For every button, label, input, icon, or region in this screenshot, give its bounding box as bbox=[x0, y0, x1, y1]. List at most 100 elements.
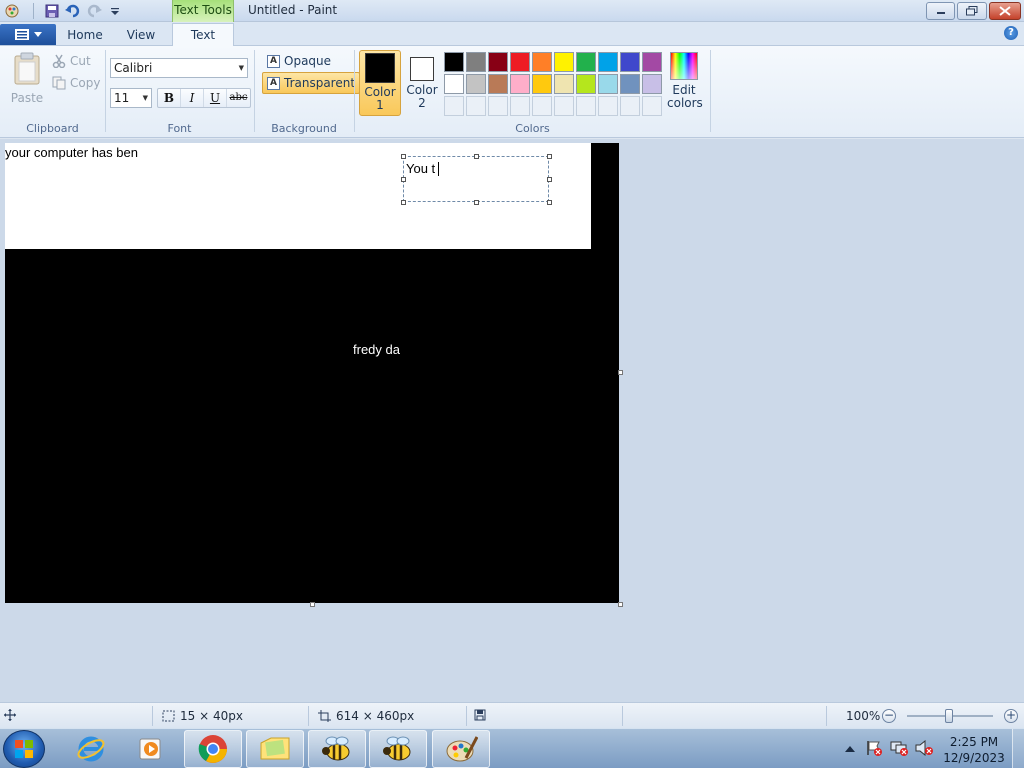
palette-color-swatch[interactable] bbox=[488, 74, 508, 94]
palette-color-swatch[interactable] bbox=[488, 52, 508, 72]
palette-custom-slot[interactable] bbox=[510, 96, 530, 116]
windows-logo-icon bbox=[15, 740, 33, 758]
zoom-slider-thumb[interactable] bbox=[945, 709, 953, 723]
chevron-down-icon: ▼ bbox=[238, 64, 244, 72]
cut-button[interactable]: Cut bbox=[52, 52, 91, 70]
palette-custom-slot[interactable] bbox=[554, 96, 574, 116]
status-bar: 15 × 40px 614 × 460px 100% − + bbox=[0, 702, 1024, 728]
palette-color-swatch[interactable] bbox=[444, 74, 464, 94]
palette-color-swatch[interactable] bbox=[620, 74, 640, 94]
color-2-label-b: 2 bbox=[418, 96, 426, 110]
palette-color-swatch[interactable] bbox=[642, 52, 662, 72]
palette-color-swatch[interactable] bbox=[444, 52, 464, 72]
bee-app-icon[interactable] bbox=[369, 730, 427, 768]
palette-color-swatch[interactable] bbox=[532, 52, 552, 72]
palette-color-swatch[interactable] bbox=[532, 74, 552, 94]
zoom-out-button[interactable]: − bbox=[882, 709, 896, 723]
palette-custom-slot[interactable] bbox=[466, 96, 486, 116]
paint-menu-button[interactable] bbox=[0, 24, 56, 45]
opaque-button[interactable]: A Opaque bbox=[262, 50, 336, 72]
underline-button[interactable]: U bbox=[204, 89, 227, 107]
undo-icon[interactable] bbox=[64, 2, 82, 20]
palette-custom-slot[interactable] bbox=[488, 96, 508, 116]
font-family-select[interactable]: Calibri ▼ bbox=[110, 58, 248, 78]
internet-explorer-icon[interactable] bbox=[62, 730, 120, 768]
selection-icon bbox=[162, 710, 175, 722]
palette-custom-slot[interactable] bbox=[642, 96, 662, 116]
close-button[interactable] bbox=[989, 2, 1021, 20]
save-icon[interactable] bbox=[43, 2, 61, 20]
palette-custom-slot[interactable] bbox=[620, 96, 640, 116]
palette-color-swatch[interactable] bbox=[576, 52, 596, 72]
google-chrome-icon[interactable] bbox=[184, 730, 242, 768]
palette-color-swatch[interactable] bbox=[642, 74, 662, 94]
resize-handle[interactable] bbox=[401, 154, 406, 159]
transparent-button[interactable]: A Transparent bbox=[262, 72, 361, 94]
cut-label: Cut bbox=[70, 54, 91, 68]
restore-button[interactable] bbox=[957, 2, 987, 20]
resize-handle[interactable] bbox=[401, 177, 406, 182]
selection-size: 15 × 40px bbox=[162, 709, 243, 723]
canvas-resize-handle-bottom[interactable] bbox=[310, 602, 315, 607]
palette-custom-slot[interactable] bbox=[444, 96, 464, 116]
action-center-flag-icon[interactable] bbox=[866, 740, 882, 759]
paint-app-icon[interactable] bbox=[3, 2, 21, 20]
palette-color-swatch[interactable] bbox=[576, 74, 596, 94]
palette-color-swatch[interactable] bbox=[554, 74, 574, 94]
redo-icon[interactable] bbox=[85, 2, 103, 20]
paint-taskbar-icon[interactable] bbox=[432, 730, 490, 768]
show-hidden-icons-button[interactable] bbox=[845, 743, 855, 756]
resize-handle[interactable] bbox=[474, 154, 479, 159]
palette-custom-slot[interactable] bbox=[598, 96, 618, 116]
customize-qat-chevron-down-icon[interactable] bbox=[106, 2, 124, 20]
show-desktop-button[interactable] bbox=[1012, 729, 1024, 768]
palette-custom-slot[interactable] bbox=[576, 96, 596, 116]
text-input-box[interactable]: You t bbox=[401, 154, 552, 205]
copy-button[interactable]: Copy bbox=[52, 74, 100, 92]
canvas-resize-handle-corner[interactable] bbox=[618, 602, 623, 607]
disk-icon bbox=[474, 709, 486, 721]
color-2-button[interactable]: Color 2 bbox=[404, 50, 440, 116]
font-size-select[interactable]: 11 ▼ bbox=[110, 88, 152, 108]
help-icon[interactable]: ? bbox=[1004, 26, 1018, 40]
system-clock[interactable]: 2:25 PM 12/9/2023 bbox=[940, 734, 1008, 766]
colors-group-label: Colors bbox=[515, 122, 550, 135]
palette-custom-slot[interactable] bbox=[532, 96, 552, 116]
group-separator bbox=[105, 50, 106, 132]
paste-button[interactable]: Paste bbox=[8, 52, 46, 106]
resize-handle[interactable] bbox=[547, 177, 552, 182]
resize-handle[interactable] bbox=[474, 200, 479, 205]
text-caret bbox=[438, 162, 439, 176]
volume-muted-icon[interactable] bbox=[915, 739, 933, 759]
opaque-icon: A bbox=[267, 54, 280, 68]
palette-color-swatch[interactable] bbox=[510, 52, 530, 72]
strikethrough-button[interactable]: abc bbox=[227, 89, 250, 107]
resize-handle[interactable] bbox=[547, 200, 552, 205]
resize-handle[interactable] bbox=[401, 200, 406, 205]
color-1-button[interactable]: Color 1 bbox=[359, 50, 401, 116]
network-icon[interactable] bbox=[890, 740, 908, 759]
edit-colors-button[interactable]: Edit colors bbox=[667, 52, 703, 110]
palette-color-swatch[interactable] bbox=[466, 52, 486, 72]
italic-button[interactable]: I bbox=[181, 89, 204, 107]
bee-app-icon[interactable] bbox=[308, 730, 366, 768]
palette-color-swatch[interactable] bbox=[598, 74, 618, 94]
palette-color-swatch[interactable] bbox=[598, 52, 618, 72]
palette-color-swatch[interactable] bbox=[620, 52, 640, 72]
minimize-button[interactable] bbox=[926, 2, 955, 20]
palette-color-swatch[interactable] bbox=[466, 74, 486, 94]
drawing-canvas[interactable]: your computer has ben You t fredy da bbox=[5, 143, 619, 603]
palette-color-swatch[interactable] bbox=[554, 52, 574, 72]
tab-text[interactable]: Text bbox=[172, 23, 234, 47]
resize-handle[interactable] bbox=[547, 154, 552, 159]
file-explorer-icon[interactable] bbox=[246, 730, 304, 768]
windows-media-player-icon[interactable] bbox=[122, 730, 180, 768]
bold-button[interactable]: B bbox=[158, 89, 181, 107]
start-button[interactable] bbox=[3, 730, 45, 768]
tab-home[interactable]: Home bbox=[58, 24, 112, 46]
canvas-resize-handle-right[interactable] bbox=[618, 370, 623, 375]
zoom-in-button[interactable]: + bbox=[1004, 709, 1018, 723]
tab-view[interactable]: View bbox=[114, 24, 168, 46]
palette-color-swatch[interactable] bbox=[510, 74, 530, 94]
restore-icon bbox=[966, 6, 978, 16]
